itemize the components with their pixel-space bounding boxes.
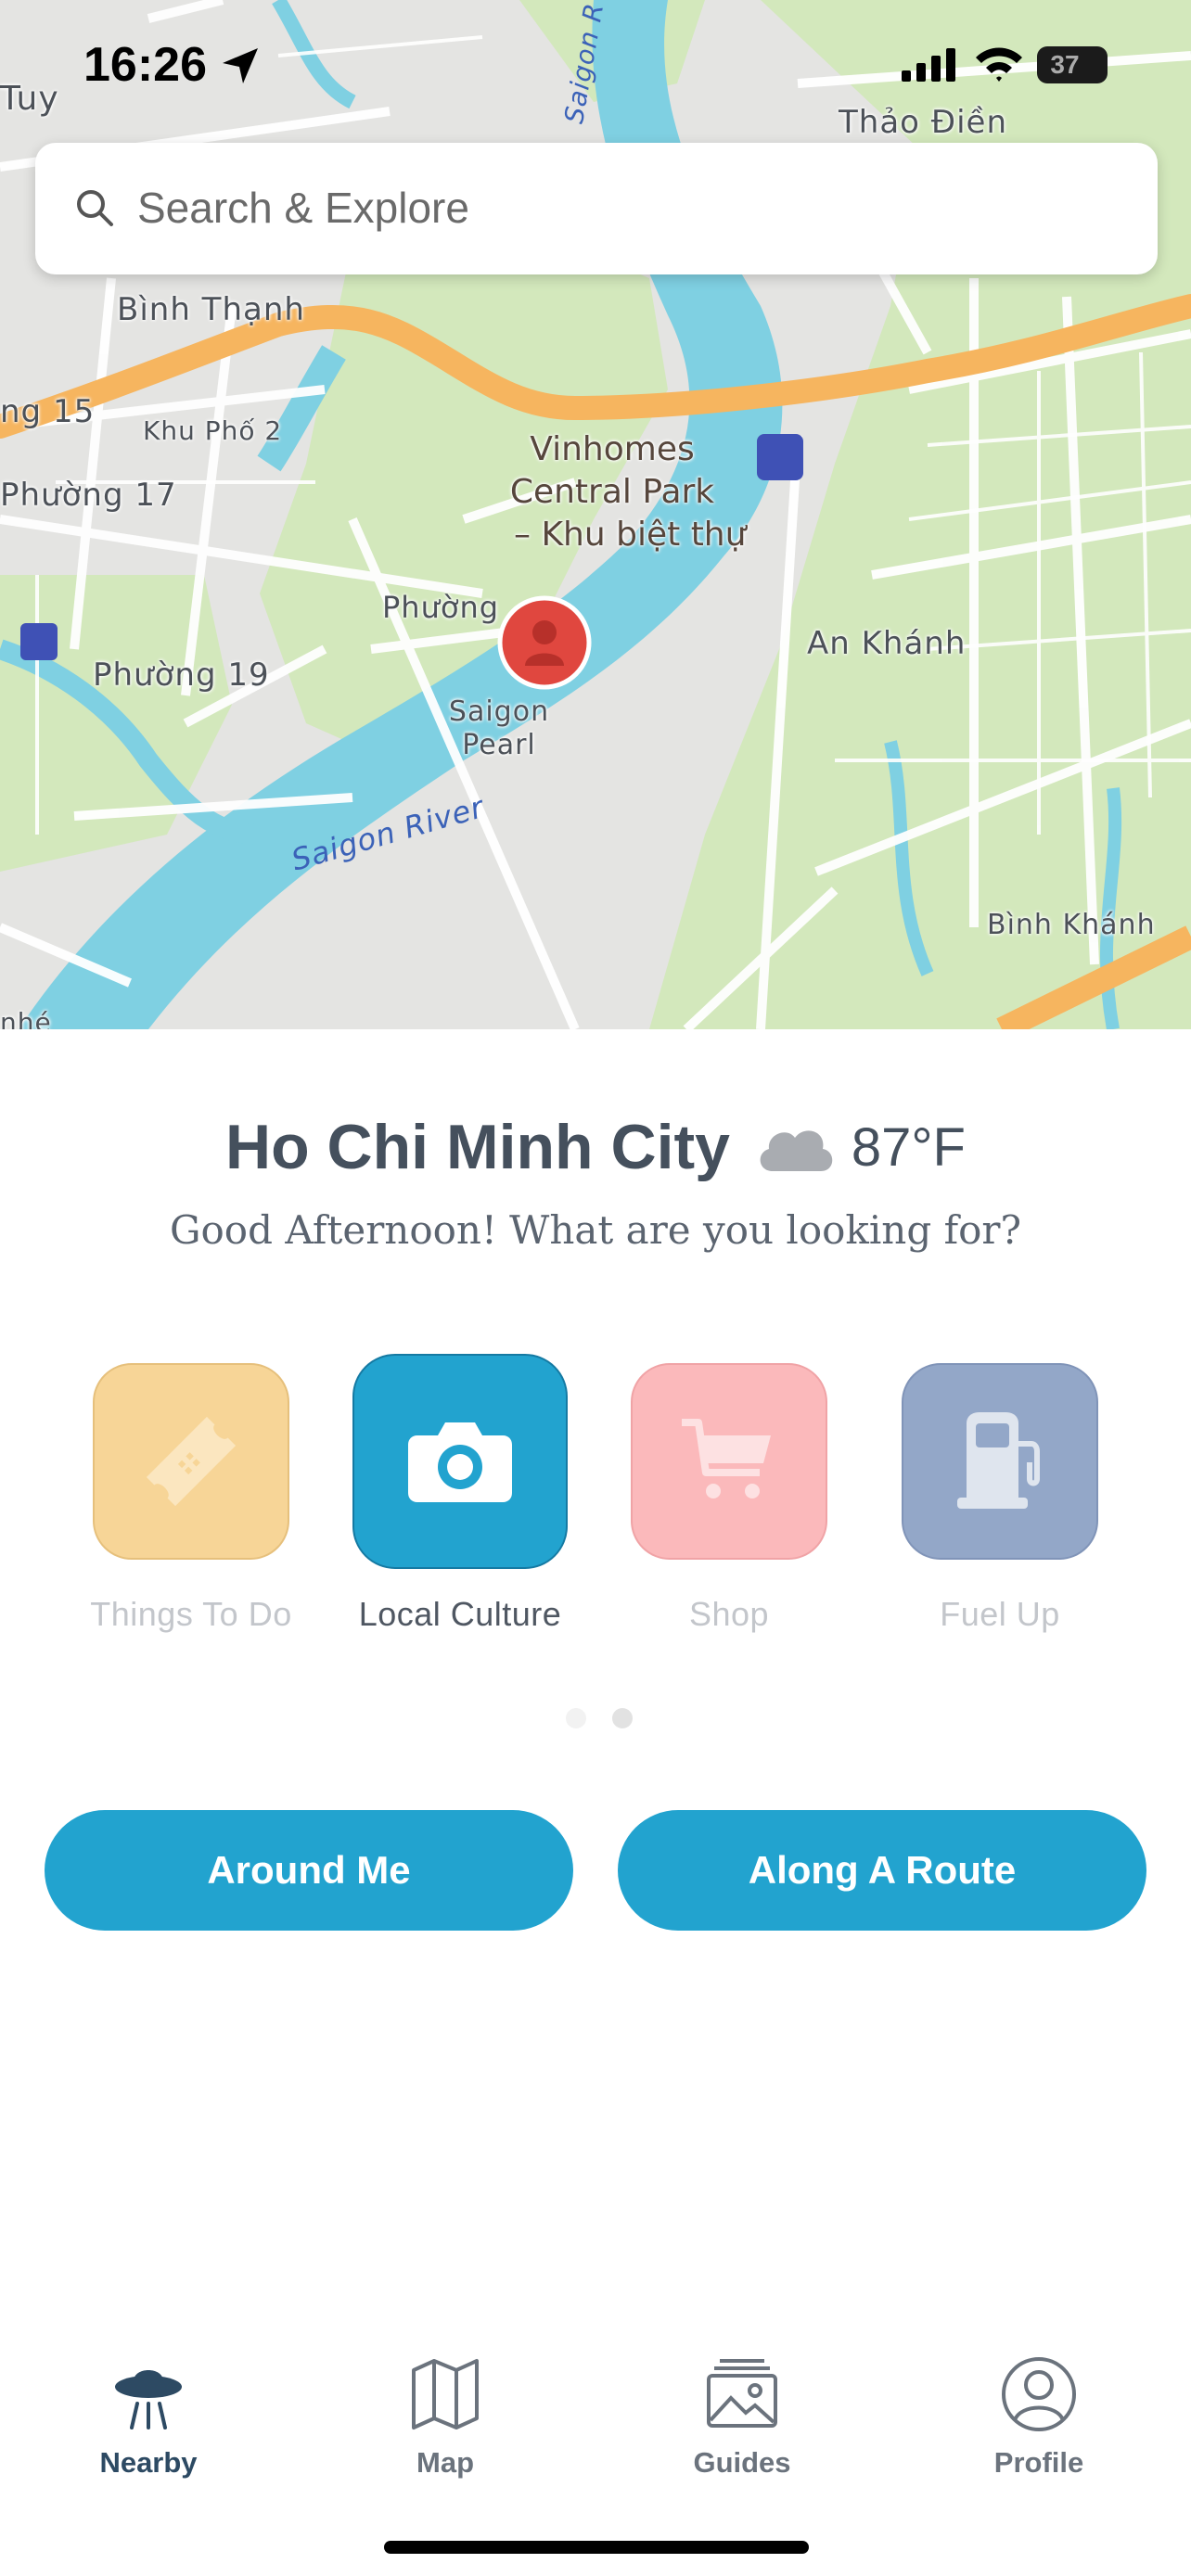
category-label: Things To Do [90, 1595, 292, 1633]
map-label-binh-thanh: Bình Thạnh [117, 291, 305, 328]
category-label: Fuel Up [940, 1595, 1060, 1633]
category-pagination[interactable] [553, 1708, 646, 1733]
status-time: 16:26 [83, 38, 207, 92]
location-arrow-icon [223, 48, 258, 83]
category-tile[interactable] [352, 1354, 568, 1569]
tab-label: Nearby [99, 2446, 198, 2479]
cart-icon [682, 1419, 771, 1498]
tab-label: Guides [693, 2446, 791, 2479]
category-label: Shop [688, 1595, 770, 1633]
tab-label: Map [416, 2446, 474, 2479]
search-input[interactable] [137, 171, 1121, 245]
guides-icon [707, 2359, 777, 2428]
profile-icon [1002, 2357, 1076, 2431]
ufo-icon [115, 2370, 182, 2429]
city-name: Ho Chi Minh City [225, 1112, 730, 1182]
tab-nearby[interactable]: Nearby [56, 2355, 241, 2480]
home-indicator[interactable] [384, 2541, 809, 2554]
camera-icon [408, 1422, 512, 1502]
category-tile[interactable] [902, 1363, 1098, 1560]
map-icon [412, 2359, 479, 2429]
map-label-an-khanh: An Khánh [807, 625, 967, 662]
map-label-nhe: nhé [0, 1007, 52, 1029]
search-bar[interactable] [35, 143, 1158, 274]
category-things-to-do[interactable]: Things To Do [70, 1363, 312, 1634]
user-location-pin-icon[interactable] [497, 595, 592, 690]
greeting-text: Good Afternoon! What are you looking for… [169, 1207, 1022, 1253]
cloud-icon [761, 1130, 833, 1171]
tab-guides[interactable]: Guides [649, 2355, 835, 2480]
tab-profile[interactable]: Profile [946, 2355, 1132, 2480]
poi-line-2: Central Park [509, 473, 715, 511]
map-label-phuong: Phường [382, 590, 500, 625]
page-dot[interactable] [566, 1708, 586, 1728]
tab-map[interactable]: Map [352, 2355, 538, 2480]
cellular-signal-icon [902, 48, 955, 82]
page-dot-active[interactable] [612, 1708, 633, 1728]
ticket-icon [146, 1416, 237, 1507]
category-tile[interactable] [93, 1363, 289, 1560]
along-a-route-button[interactable]: Along A Route [618, 1810, 1146, 1931]
category-fuel-up[interactable]: Fuel Up [879, 1363, 1121, 1634]
category-shop[interactable]: Shop [608, 1363, 850, 1634]
battery-level: 37 [1050, 50, 1080, 79]
category-tile[interactable] [631, 1363, 827, 1560]
around-me-button[interactable]: Around Me [45, 1810, 573, 1931]
poi-line-3: – Khu biệt thự [514, 516, 747, 554]
map-label-saigon-pearl: Saigon Pearl [443, 695, 555, 762]
tab-label: Profile [993, 2446, 1084, 2479]
magnifier-icon [77, 190, 113, 226]
saigon-pearl-line-2: Pearl [462, 729, 536, 761]
temperature: 87°F [851, 1116, 966, 1178]
battery-icon: 37 [1037, 46, 1108, 83]
category-local-culture[interactable]: Local Culture [339, 1354, 581, 1634]
status-bar: 16:26 37 [0, 0, 1191, 139]
fuel-pump-icon [957, 1412, 1040, 1509]
map-label-phuong-17: Phường 17 [0, 477, 177, 514]
map-label-binh-khanh: Bình Khánh [987, 909, 1156, 941]
location-header: Ho Chi Minh City 87°F [0, 1111, 1191, 1204]
poi-line-1: Vinhomes [530, 430, 695, 468]
saigon-pearl-line-1: Saigon [448, 695, 550, 728]
category-label: Local Culture [358, 1595, 562, 1633]
map-label-khu-pho-2: Khu Phố 2 [143, 415, 283, 446]
wifi-icon [976, 47, 1022, 82]
map-label-phuong-19: Phường 19 [93, 657, 270, 694]
map-label-ng15: ng 15 [0, 393, 96, 430]
map-poi-vinhomes[interactable]: Vinhomes Central Park – Khu biệt thự [482, 428, 747, 556]
